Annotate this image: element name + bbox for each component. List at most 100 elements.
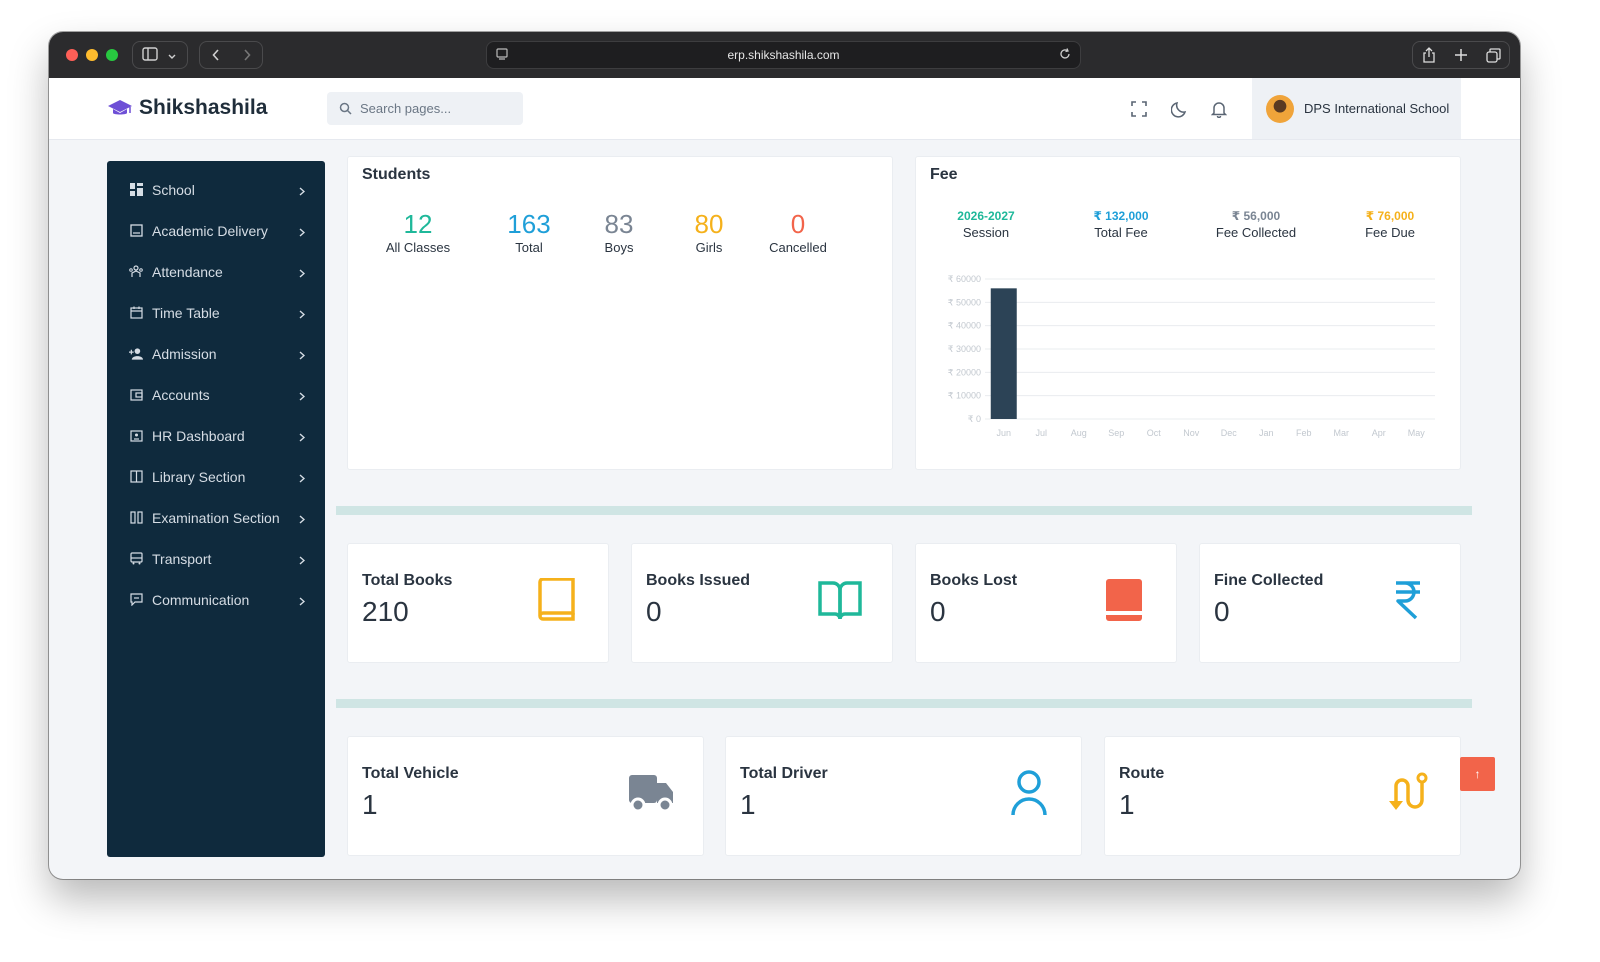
chevron-right-icon — [299, 183, 306, 199]
student-stat: 83 Boys — [574, 209, 664, 255]
rupee-icon — [1394, 580, 1422, 625]
stat-value: 83 — [604, 209, 634, 239]
sidebar-item-academic-delivery[interactable]: Academic Delivery — [107, 210, 325, 251]
fee-stat-label: Fee Due — [1365, 225, 1415, 240]
route-card[interactable]: Route 1 — [1104, 736, 1461, 856]
students-title: Students — [362, 166, 431, 183]
url-text: erp.shikshashila.com — [727, 48, 840, 62]
section-divider — [336, 506, 1472, 515]
search-box[interactable] — [327, 92, 523, 125]
chevron-down-icon — [168, 47, 176, 63]
y-tick-label: ₹ 40000 — [948, 321, 981, 331]
close-window-button[interactable] — [66, 49, 78, 61]
brand-logo[interactable]: Shikshashila — [107, 96, 267, 120]
profile-menu[interactable]: DPS International School — [1252, 78, 1461, 139]
school-name: DPS International School — [1304, 101, 1450, 116]
forward-arrow-icon — [243, 49, 251, 61]
tab-overview-button[interactable] — [1477, 42, 1509, 68]
stat-card-title: Fine Collected — [1214, 572, 1324, 589]
stat-card-title: Books Issued — [646, 572, 751, 589]
x-tick-label: Mar — [1334, 428, 1350, 438]
y-tick-label: ₹ 20000 — [948, 367, 981, 377]
plus-icon — [1455, 49, 1467, 61]
sidebar-item-transport[interactable]: Transport — [107, 538, 325, 579]
page-settings-icon — [496, 48, 508, 60]
tabs-icon — [1485, 47, 1501, 63]
notifications-button[interactable] — [1209, 99, 1229, 119]
exam-icon — [129, 511, 143, 525]
sidebar-item-label: Examination Section — [152, 509, 280, 526]
app-header: Shikshashila DPS International School — [49, 78, 1520, 140]
sidebar-item-library-section[interactable]: Library Section — [107, 456, 325, 497]
fine-collected-card[interactable]: Fine Collected 0 — [1199, 543, 1461, 663]
chevron-right-icon — [299, 347, 306, 363]
open-book-icon — [818, 579, 862, 626]
bell-icon — [1211, 101, 1227, 118]
books-lost-card[interactable]: Books Lost 0 — [915, 543, 1177, 663]
y-tick-label: ₹ 60000 — [948, 274, 981, 284]
back-button[interactable] — [200, 49, 231, 61]
stat-card-title: Route — [1119, 765, 1165, 782]
fee-stat-label: Total Fee — [1094, 225, 1148, 240]
total-books-card[interactable]: Total Books 210 — [347, 543, 609, 663]
people-icon — [129, 265, 143, 279]
stat-card-title: Total Vehicle — [362, 765, 459, 782]
chevron-right-icon — [299, 306, 306, 322]
maximize-window-button[interactable] — [106, 49, 118, 61]
address-bar[interactable]: erp.shikshashila.com — [486, 41, 1081, 69]
browser-window: erp.shikshashila.com Shikshashila Search… — [49, 32, 1520, 879]
student-stat: 0 Cancelled — [753, 209, 843, 255]
chevron-right-icon — [299, 265, 306, 281]
x-tick-label: Dec — [1221, 428, 1238, 438]
avatar — [1266, 94, 1294, 123]
fee-stat-value: ₹ 56,000 — [1231, 209, 1281, 223]
sidebar-item-hr-dashboard[interactable]: HR Dashboard — [107, 415, 325, 456]
fee-stat-value: ₹ 76,000 — [1365, 209, 1415, 223]
chevron-right-icon — [299, 593, 306, 609]
reload-icon[interactable] — [1058, 47, 1072, 61]
chat-icon — [129, 593, 143, 607]
sidebar-item-attendance[interactable]: Attendance — [107, 251, 325, 292]
book-icon — [129, 224, 143, 238]
stat-label: Girls — [695, 240, 723, 255]
route-icon — [1386, 772, 1430, 819]
x-tick-label: Feb — [1296, 428, 1312, 438]
sidebar-item-time-table[interactable]: Time Table — [107, 292, 325, 333]
y-tick-label: ₹ 30000 — [948, 344, 981, 354]
sidebar-toggle-button[interactable] — [132, 41, 188, 69]
sidebar-item-communication[interactable]: Communication — [107, 579, 325, 620]
scroll-to-top-button[interactable]: ↑ — [1460, 757, 1495, 791]
search-input[interactable] — [360, 101, 510, 116]
chevron-right-icon — [299, 470, 306, 486]
books-issued-card[interactable]: Books Issued 0 — [631, 543, 893, 663]
sidebar-item-school[interactable]: School — [107, 169, 325, 210]
total-vehicle-card[interactable]: Total Vehicle 1 — [347, 736, 704, 856]
minimize-window-button[interactable] — [86, 49, 98, 61]
x-tick-label: May — [1408, 428, 1426, 438]
dark-mode-button[interactable] — [1169, 99, 1189, 119]
sidebar-item-accounts[interactable]: Accounts — [107, 374, 325, 415]
sidebar-item-admission[interactable]: Admission — [107, 333, 325, 374]
sidebar-item-examination-section[interactable]: Examination Section — [107, 497, 325, 538]
y-tick-label: ₹ 50000 — [948, 297, 981, 307]
share-button[interactable] — [1413, 42, 1445, 68]
stat-value: 163 — [507, 209, 551, 239]
stat-label: Boys — [604, 240, 634, 255]
forward-button[interactable] — [231, 49, 262, 61]
total-driver-card[interactable]: Total Driver 1 — [725, 736, 1082, 856]
sidebar-toggle-icon — [142, 46, 158, 64]
x-tick-label: Nov — [1183, 428, 1200, 438]
stat-label: Total — [515, 240, 543, 255]
fee-stat: ₹ 76,000 Fee Due — [1330, 209, 1450, 240]
stat-value: 0 — [790, 209, 806, 239]
id-card-icon — [129, 429, 143, 443]
stat-value: 12 — [403, 209, 433, 239]
new-tab-button[interactable] — [1445, 42, 1477, 68]
chart-bar[interactable] — [990, 288, 1017, 419]
sidebar-item-label: Academic Delivery — [152, 222, 268, 239]
add-user-icon — [129, 347, 143, 361]
fullscreen-button[interactable] — [1129, 99, 1149, 119]
student-stat: 80 Girls — [664, 209, 754, 255]
bus-icon — [129, 552, 143, 566]
x-tick-label: Sep — [1108, 428, 1124, 438]
